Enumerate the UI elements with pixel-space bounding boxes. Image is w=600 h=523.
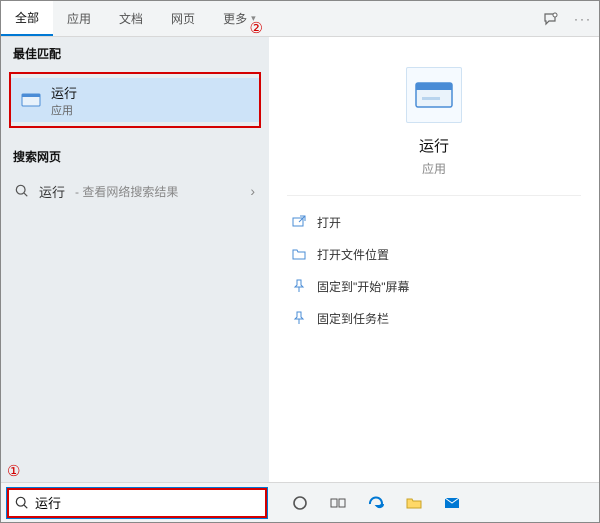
best-match-title: 运行: [51, 83, 77, 102]
web-search-term: 运行: [39, 182, 65, 201]
best-match-item[interactable]: 运行 应用: [11, 78, 259, 122]
feedback-button[interactable]: [535, 1, 567, 36]
detail-pane: 运行 应用 打开 打开文件位置 固定到"开始"屏幕 固定到任务栏: [269, 37, 599, 482]
cortana-icon[interactable]: [291, 494, 309, 512]
feedback-icon: [543, 11, 559, 27]
filter-tabs: 全部 应用 文档 网页 更多 ▾ ···: [1, 1, 599, 37]
tab-apps[interactable]: 应用: [53, 1, 105, 36]
annotation-box-2: 运行 应用: [9, 72, 261, 128]
task-view-icon[interactable]: [329, 494, 347, 512]
more-options-button[interactable]: ···: [567, 1, 599, 36]
web-search-item[interactable]: 运行 - 查看网络搜索结果 ›: [1, 171, 269, 211]
best-match-header: 最佳匹配: [1, 37, 269, 68]
search-icon: [15, 496, 29, 510]
action-open[interactable]: 打开: [287, 208, 581, 236]
tab-all[interactable]: 全部: [1, 1, 53, 36]
pin-taskbar-icon: [291, 310, 307, 326]
file-explorer-icon[interactable]: [405, 494, 423, 512]
tab-label: 文档: [119, 10, 143, 27]
tab-web[interactable]: 网页: [157, 1, 209, 36]
tab-label: 更多: [223, 10, 247, 27]
run-app-icon: [21, 90, 41, 110]
action-label: 固定到"开始"屏幕: [317, 278, 410, 295]
action-open-location[interactable]: 打开文件位置: [287, 240, 581, 268]
best-match-subtitle: 应用: [51, 102, 77, 118]
tab-label: 网页: [171, 10, 195, 27]
mail-icon[interactable]: [443, 494, 461, 512]
detail-subtitle: 应用: [422, 160, 446, 177]
search-icon: [15, 184, 29, 198]
search-box[interactable]: [7, 488, 267, 518]
action-pin-start[interactable]: 固定到"开始"屏幕: [287, 272, 581, 300]
action-pin-taskbar[interactable]: 固定到任务栏: [287, 304, 581, 332]
ellipsis-icon: ···: [574, 12, 592, 26]
action-label: 打开文件位置: [317, 246, 389, 263]
pin-start-icon: [291, 278, 307, 294]
annotation-2: ②: [250, 19, 263, 37]
run-app-large-icon: [406, 67, 462, 123]
tab-docs[interactable]: 文档: [105, 1, 157, 36]
search-web-header: 搜索网页: [1, 140, 269, 171]
folder-icon: [291, 246, 307, 262]
chevron-right-icon: ›: [250, 183, 255, 199]
web-search-hint: - 查看网络搜索结果: [75, 183, 178, 200]
open-icon: [291, 214, 307, 230]
taskbar: [1, 482, 599, 522]
results-pane: 最佳匹配 ② 运行 应用 搜索网页 运行 - 查看网络搜索结果 ›: [1, 37, 269, 482]
annotation-1: ①: [7, 462, 20, 480]
tab-label: 全部: [15, 9, 39, 26]
tab-label: 应用: [67, 10, 91, 27]
edge-icon[interactable]: [367, 494, 385, 512]
search-input[interactable]: [35, 495, 259, 510]
detail-header: 运行 应用: [287, 37, 581, 196]
action-label: 打开: [317, 214, 341, 231]
detail-title: 运行: [419, 135, 449, 156]
detail-actions: 打开 打开文件位置 固定到"开始"屏幕 固定到任务栏: [269, 196, 599, 344]
action-label: 固定到任务栏: [317, 310, 389, 327]
